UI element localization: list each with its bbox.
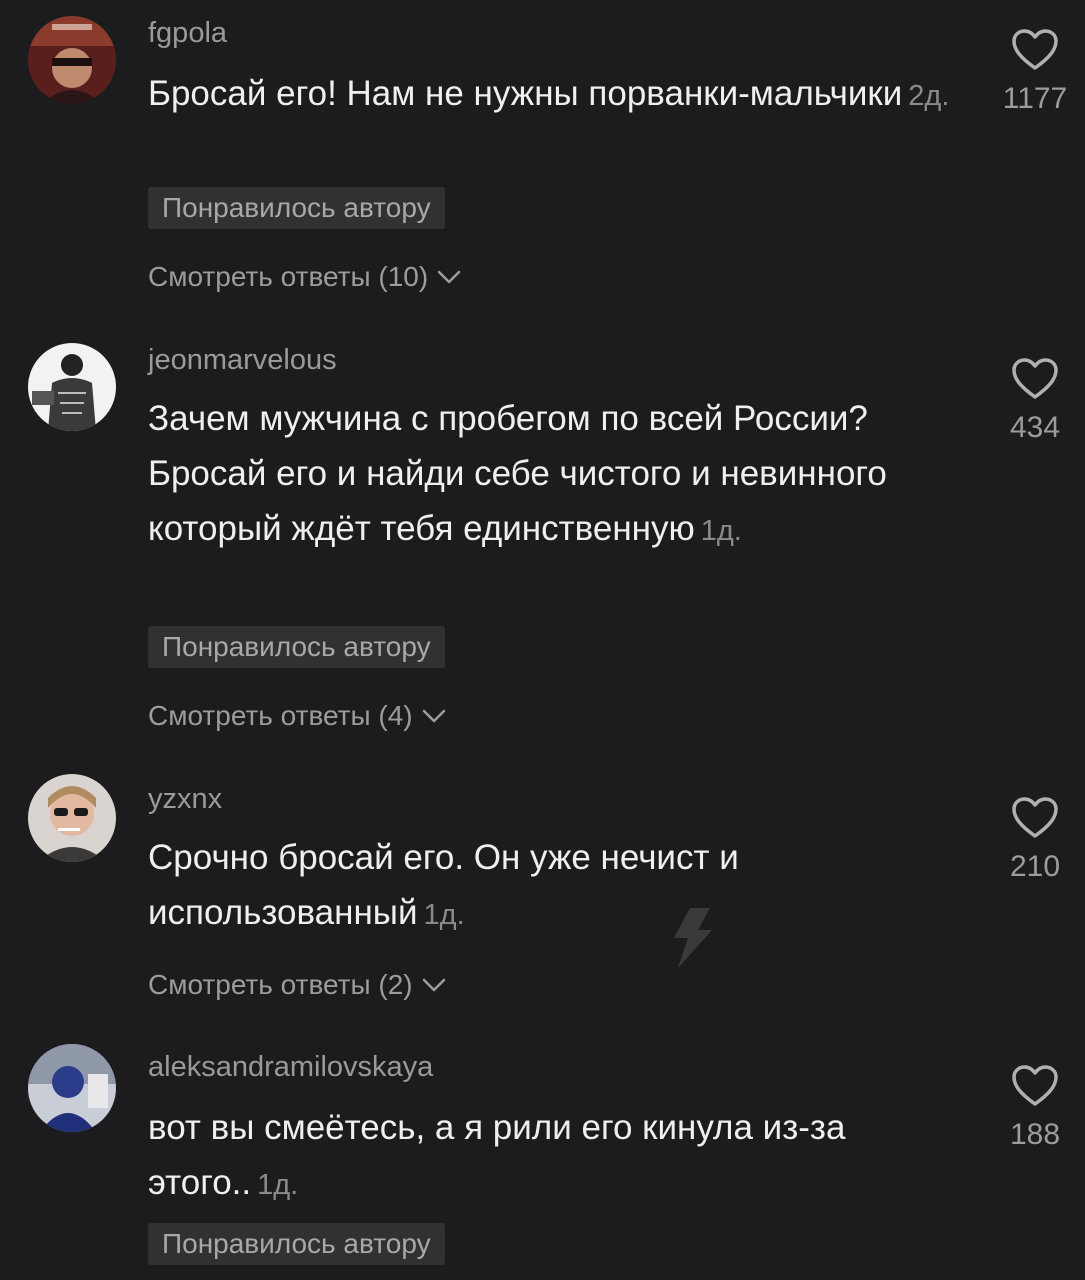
comment-username[interactable]: yzxnx	[148, 782, 222, 816]
comment-text: Срочно бросай его. Он уже нечист и испол…	[148, 830, 988, 943]
view-replies-button[interactable]: Смотреть ответы (4)	[148, 699, 447, 733]
avatar[interactable]	[28, 343, 116, 431]
comment-text: Бросай его! Нам не нужны порванки-мальчи…	[148, 66, 988, 124]
liked-by-author-badge: Понравилось автору	[148, 187, 445, 229]
comment-body: вот вы смеётесь, а я рили его кинула из-…	[148, 1108, 846, 1202]
view-replies-label: Смотреть ответы (4)	[148, 700, 413, 731]
chevron-down-icon	[421, 967, 447, 1001]
avatar[interactable]	[28, 1044, 116, 1132]
view-replies-button[interactable]: Смотреть ответы (10)	[148, 260, 462, 294]
view-replies-label: Смотреть ответы (2)	[148, 969, 413, 1000]
like-count: 188	[1009, 1118, 1061, 1151]
comment-time: 1д.	[423, 899, 465, 931]
like-button[interactable]: 1177	[985, 28, 1085, 116]
comment-text: вот вы смеётесь, а я рили его кинула из-…	[148, 1100, 988, 1213]
like-button[interactable]: 434	[985, 357, 1085, 445]
comment-body: Зачем мужчина с пробегом по всей России?…	[148, 399, 887, 548]
like-button[interactable]: 210	[985, 796, 1085, 884]
avatar[interactable]	[28, 16, 116, 104]
view-replies-button[interactable]: Смотреть ответы (2)	[148, 968, 447, 1002]
lightning-bolt-icon	[668, 906, 716, 975]
heart-outline-icon	[1012, 1065, 1058, 1106]
comment-body: Бросай его! Нам не нужны порванки-мальчи…	[148, 74, 903, 113]
like-count: 434	[1009, 411, 1061, 444]
heart-outline-icon	[1012, 358, 1058, 399]
comment-username[interactable]: fgpola	[148, 16, 227, 50]
liked-by-author-badge: Понравилось автору	[148, 626, 445, 668]
like-count: 1177	[1002, 82, 1068, 115]
comment-username[interactable]: jeonmarvelous	[148, 343, 337, 377]
comment-username[interactable]: aleksandramilovskaya	[148, 1050, 433, 1084]
heart-outline-icon	[1012, 797, 1058, 838]
like-count: 210	[1009, 850, 1061, 883]
heart-outline-icon	[1012, 29, 1058, 70]
avatar[interactable]	[28, 774, 116, 862]
comment-time: 1д.	[700, 515, 742, 547]
chevron-down-icon	[436, 259, 462, 293]
liked-by-author-badge: Понравилось автору	[148, 1223, 445, 1265]
like-button[interactable]: 188	[985, 1064, 1085, 1152]
comment-time: 1д.	[257, 1169, 299, 1201]
comment-time: 2д.	[908, 80, 950, 112]
view-replies-label: Смотреть ответы (10)	[148, 261, 429, 292]
comment-text: Зачем мужчина с пробегом по всей России?…	[148, 391, 988, 559]
chevron-down-icon	[421, 698, 447, 732]
